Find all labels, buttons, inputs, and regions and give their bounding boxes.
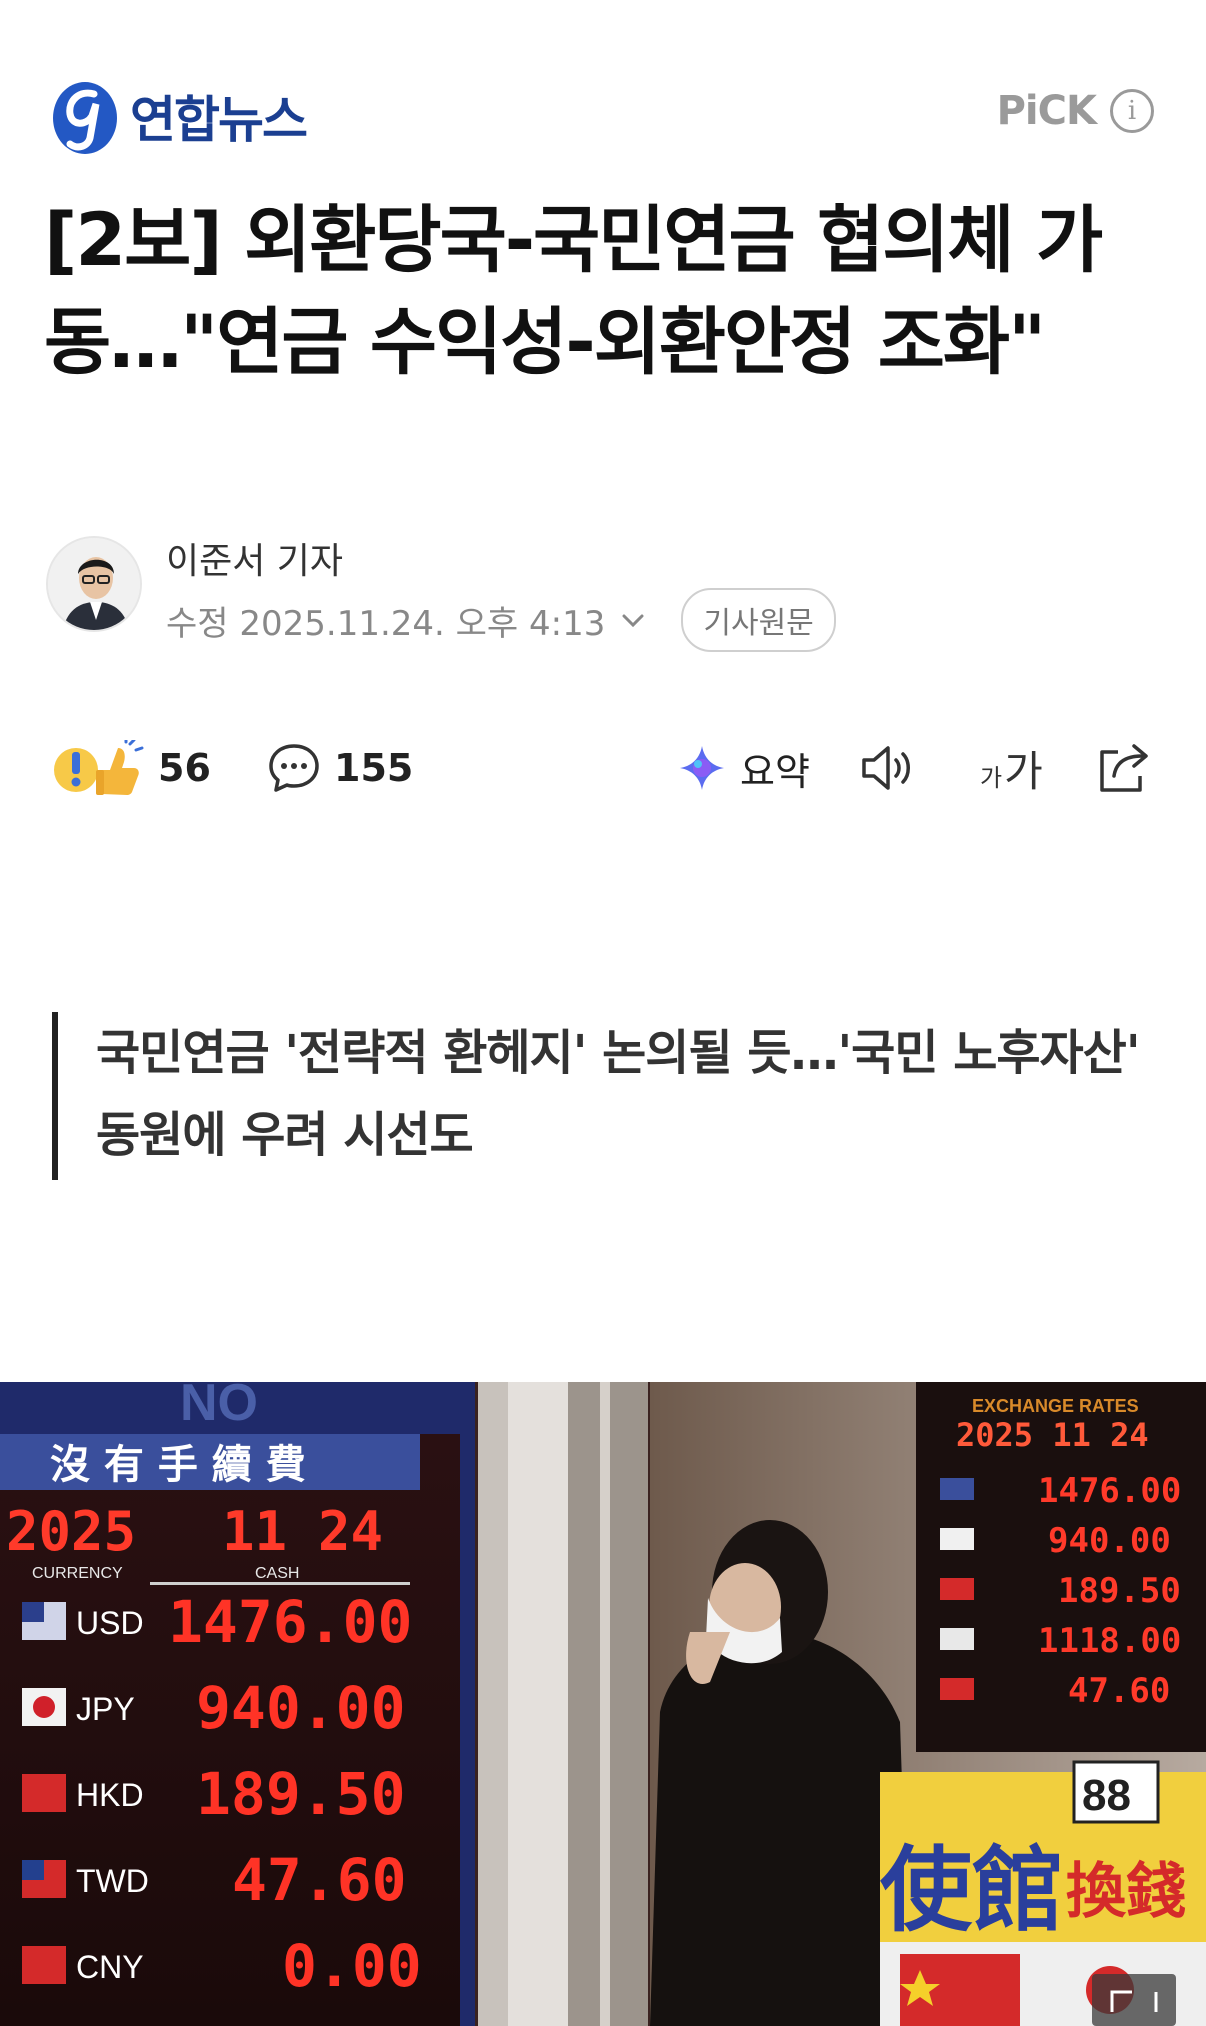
left-date-month: 11 xyxy=(222,1500,287,1563)
sign-number: 88 xyxy=(1082,1771,1131,1820)
chevron-down-icon[interactable] xyxy=(619,606,647,634)
col-cash: CASH xyxy=(255,1565,299,1582)
brand-name: 연합뉴스 xyxy=(130,91,308,149)
summary-button[interactable]: 요약 xyxy=(678,738,810,798)
share-button[interactable] xyxy=(1096,738,1152,798)
brand-logo[interactable]: 연합뉴스 xyxy=(50,76,308,156)
byline: 이준서 기자 수정 2025.11.24. 오후 4:13 기사원문 xyxy=(46,532,1166,652)
currency-code: JPY xyxy=(76,1691,135,1727)
currency-code: HKD xyxy=(76,1777,144,1813)
date-row: 수정 2025.11.24. 오후 4:13 기사원문 xyxy=(166,588,836,652)
reporter-photo xyxy=(48,538,140,630)
article-summary: 국민연금 '전략적 환헤지' 논의될 듯…'국민 노후자산' 동원에 우려 시선… xyxy=(52,1012,1152,1180)
pick-badge[interactable]: PiCK i xyxy=(997,88,1154,134)
comment-button[interactable]: 155 xyxy=(268,738,413,798)
font-small-label: 가 xyxy=(980,763,1003,792)
exchange-shop-photo: NO 沒 有 手 續 費 2025 11 24 CURRENCY CASH US… xyxy=(0,1382,1206,2026)
ai-summary-icon xyxy=(680,746,724,790)
right-board-title: EXCHANGE RATES xyxy=(972,1396,1139,1416)
reporter-avatar[interactable] xyxy=(46,536,142,632)
right-rate-value: 940.00 xyxy=(1048,1521,1171,1561)
currency-code: CNY xyxy=(76,1949,144,1985)
reporter-name[interactable]: 이준서 기자 xyxy=(166,532,343,584)
share-icon xyxy=(1100,744,1148,792)
article-headline: [2보] 외환당국-국민연금 협의체 가동…"연금 수익성-외환안정 조화" xyxy=(44,198,1103,385)
currency-code: USD xyxy=(76,1605,144,1641)
pick-label: PiCK xyxy=(996,88,1097,134)
currency-value: 189.50 xyxy=(196,1760,406,1828)
summary-label: 요약 xyxy=(740,749,810,794)
font-large-label: 가 xyxy=(1004,746,1043,796)
sign-text: 使館 xyxy=(880,1836,1064,1944)
comment-count: 155 xyxy=(334,746,414,790)
font-size-button[interactable]: 가 가 xyxy=(980,738,1043,798)
currency-value: 1476.00 xyxy=(168,1588,412,1656)
reaction-button[interactable]: 56 xyxy=(52,738,211,798)
left-date-year: 2025 xyxy=(6,1500,136,1563)
sign-subtext: 換錢 xyxy=(1066,1857,1186,1927)
right-rate-value: 47.60 xyxy=(1068,1671,1170,1711)
currency-value: 47.60 xyxy=(232,1846,407,1914)
right-rate-value: 189.50 xyxy=(1058,1571,1181,1611)
currency-value: 940.00 xyxy=(196,1674,406,1742)
app-header: 연합뉴스 PiCK i xyxy=(0,0,1206,170)
article-date: 수정 2025.11.24. 오후 4:13 xyxy=(166,603,606,644)
info-icon[interactable]: i xyxy=(1110,89,1154,133)
original-article-button[interactable]: 기사원문 xyxy=(681,588,836,652)
currency-value: 0.00 xyxy=(282,1932,422,2000)
left-date-day: 24 xyxy=(318,1500,383,1563)
article-photo[interactable]: NO 沒 有 手 續 費 2025 11 24 CURRENCY CASH US… xyxy=(0,1382,1206,2026)
top-sign-text: NO xyxy=(180,1382,258,1432)
yonhap-logo-icon xyxy=(53,82,117,154)
read-aloud-button[interactable] xyxy=(860,738,918,798)
reaction-count: 56 xyxy=(158,746,211,790)
action-bar: 56 155 요약 가 가 xyxy=(52,738,1162,798)
no-fee-sign: 沒 有 手 續 費 xyxy=(50,1441,306,1488)
right-rate-value: 1476.00 xyxy=(1038,1471,1181,1511)
right-rate-value: 1118.00 xyxy=(1038,1621,1181,1661)
expand-photo-icon[interactable] xyxy=(1092,1974,1176,2026)
col-currency: CURRENCY xyxy=(32,1565,123,1582)
reaction-emoji-icon xyxy=(54,740,144,795)
speaker-icon xyxy=(862,746,910,790)
summary-text: 국민연금 '전략적 환헤지' 논의될 듯…'국민 노후자산' 동원에 우려 시선… xyxy=(96,1025,1141,1163)
right-board-date: 2025 11 24 xyxy=(956,1416,1149,1454)
comment-bubble-icon xyxy=(269,744,319,792)
currency-code: TWD xyxy=(76,1863,149,1899)
